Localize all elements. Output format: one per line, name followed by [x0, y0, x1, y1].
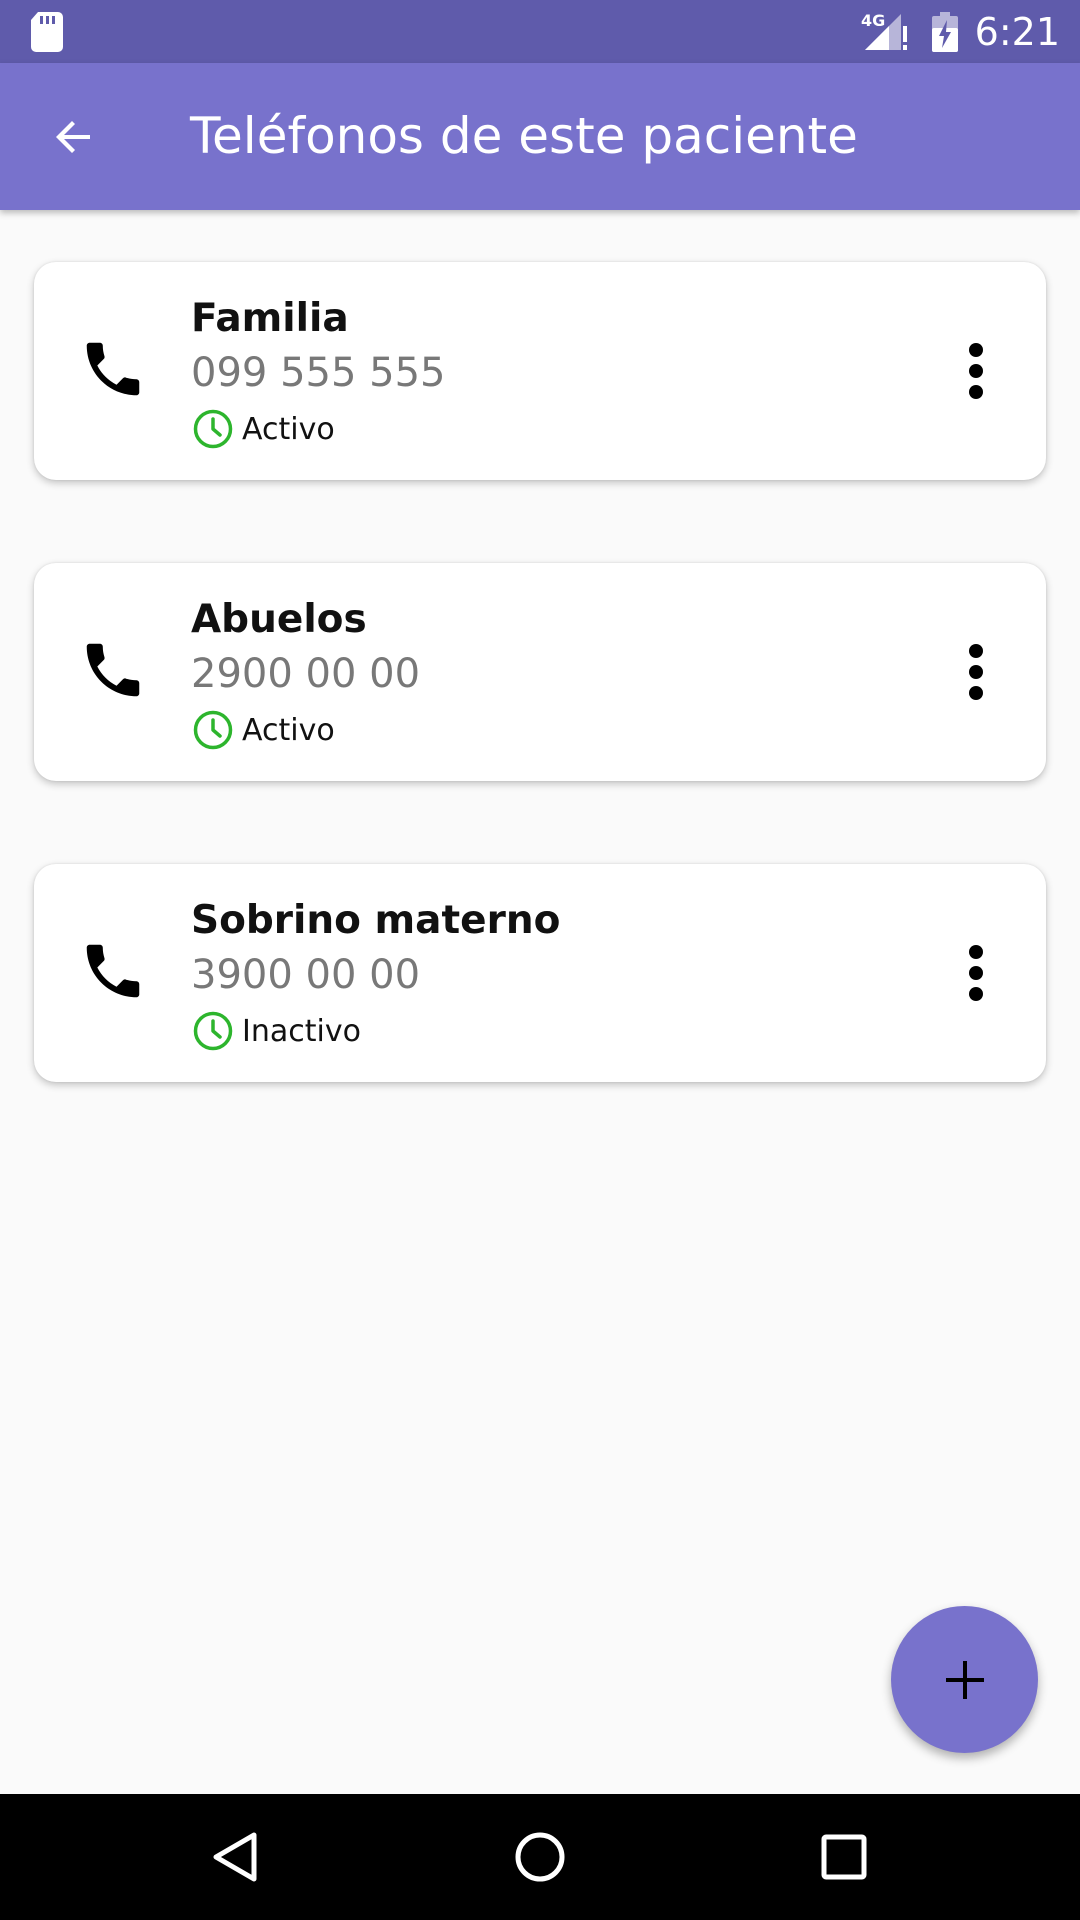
- system-nav-bar: [0, 1794, 1080, 1920]
- phone-icon: [86, 643, 140, 697]
- nav-recents-button[interactable]: [804, 1817, 884, 1897]
- sd-card-icon: [31, 12, 63, 52]
- more-options-button[interactable]: [936, 632, 1016, 712]
- more-vert-icon: [969, 343, 983, 399]
- status-label: Inactivo: [242, 1013, 361, 1049]
- contact-number: 3900 00 00: [191, 952, 421, 998]
- contact-name: Familia: [191, 296, 349, 341]
- contact-number: 099 555 555: [191, 350, 446, 396]
- list-item[interactable]: Familia 099 555 555 Activo: [34, 262, 1046, 480]
- contact-status: Inactivo: [192, 1010, 361, 1052]
- clock-icon: [193, 710, 233, 750]
- home-circle-icon: [515, 1832, 565, 1882]
- phone-list: Familia 099 555 555 Activo Abuelos 2900 …: [34, 262, 1046, 1165]
- app-bar: Teléfonos de este paciente: [0, 63, 1080, 210]
- network-label: 4G: [861, 11, 885, 30]
- contact-status: Activo: [192, 709, 335, 751]
- status-icons: 4G 6:21: [861, 0, 1060, 63]
- nav-home-button[interactable]: [500, 1817, 580, 1897]
- nav-back-button[interactable]: [196, 1817, 276, 1897]
- battery-charging-icon: [931, 11, 958, 52]
- contact-name: Abuelos: [191, 597, 367, 642]
- status-label: Activo: [242, 411, 335, 447]
- plus-icon: [945, 1660, 984, 1699]
- arrow-back-icon: [56, 121, 90, 153]
- status-bar: 4G 6:21: [0, 0, 1080, 63]
- clock-icon: [193, 409, 233, 449]
- contact-name: Sobrino materno: [191, 898, 561, 943]
- status-label: Activo: [242, 712, 335, 748]
- contact-number: 2900 00 00: [191, 651, 421, 697]
- more-vert-icon: [969, 644, 983, 700]
- more-options-button[interactable]: [936, 331, 1016, 411]
- more-options-button[interactable]: [936, 933, 1016, 1013]
- page-title: Teléfonos de este paciente: [190, 107, 858, 165]
- more-vert-icon: [969, 945, 983, 1001]
- back-button[interactable]: [40, 103, 108, 171]
- signal-4g-alert-icon: 4G: [861, 11, 907, 50]
- phone-icon: [86, 342, 140, 396]
- clock-icon: [193, 1011, 233, 1051]
- phone-icon: [86, 944, 140, 998]
- list-item[interactable]: Sobrino materno 3900 00 00 Inactivo: [34, 864, 1046, 1082]
- back-triangle-icon: [213, 1832, 257, 1882]
- contact-status: Activo: [192, 408, 335, 450]
- status-clock: 6:21: [974, 9, 1060, 54]
- list-item[interactable]: Abuelos 2900 00 00 Activo: [34, 563, 1046, 781]
- recents-square-icon: [821, 1834, 867, 1880]
- add-phone-button[interactable]: [891, 1606, 1038, 1753]
